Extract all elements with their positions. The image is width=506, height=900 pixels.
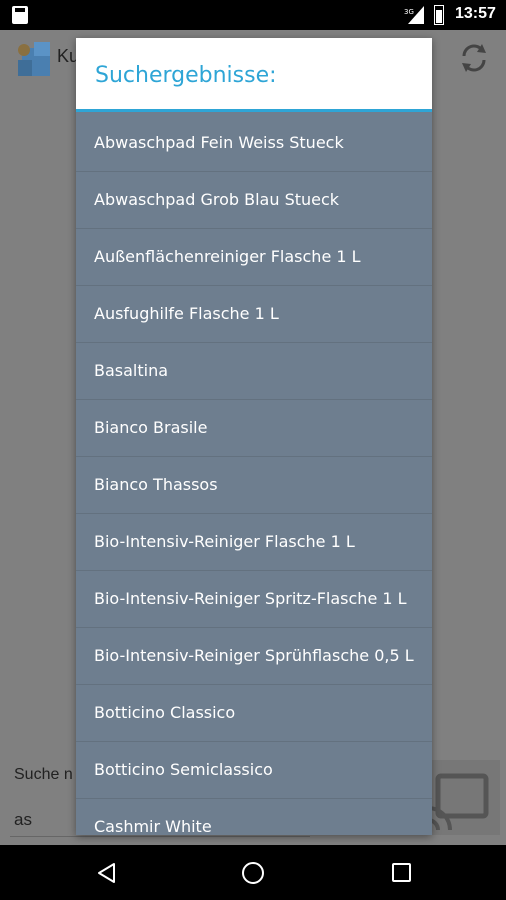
app-logo-icon [18,42,50,76]
list-item-label: Basaltina [94,361,169,380]
search-results-dialog: Suchergebnisse: Abwaschpad Fein Weiss St… [76,38,432,835]
home-icon[interactable] [242,862,264,884]
list-item-label: Cashmir White [94,817,212,835]
svg-text:3G: 3G [404,8,414,16]
list-item-label: Außenflächenreiniger Flasche 1 L [94,247,361,266]
list-item[interactable]: Abwaschpad Fein Weiss Stueck [76,115,432,172]
status-bar: 3G 13:57 [0,0,506,30]
results-list[interactable]: Abwaschpad Fein Weiss Stueck Abwaschpad … [76,115,432,835]
sd-card-icon [12,6,28,24]
back-icon[interactable] [96,862,118,884]
list-item-label: Bianco Brasile [94,418,208,437]
list-item[interactable]: Cashmir White [76,799,432,835]
list-item[interactable]: Botticino Classico [76,685,432,742]
list-item[interactable]: Abwaschpad Grob Blau Stueck [76,172,432,229]
clock: 13:57 [455,5,496,22]
list-item-label: Bio-Intensiv-Reiniger Flasche 1 L [94,532,355,551]
navigation-bar [0,845,506,900]
recent-apps-icon[interactable] [392,863,411,882]
list-item[interactable]: Basaltina [76,343,432,400]
list-item[interactable]: Bianco Thassos [76,457,432,514]
dialog-title: Suchergebnisse: [95,63,277,88]
list-item-label: Bianco Thassos [94,475,218,494]
search-input[interactable]: as [14,810,32,830]
list-item-label: Botticino Classico [94,703,236,722]
list-item[interactable]: Außenflächenreiniger Flasche 1 L [76,229,432,286]
list-item[interactable]: Botticino Semiclassico [76,742,432,799]
list-item-label: Botticino Semiclassico [94,760,273,779]
list-item[interactable]: Ausfughilfe Flasche 1 L [76,286,432,343]
list-item[interactable]: Bianco Brasile [76,400,432,457]
dialog-header: Suchergebnisse: [76,38,432,112]
list-item[interactable]: Bio-Intensiv-Reiniger Flasche 1 L [76,514,432,571]
search-label: Suche n [14,766,73,783]
list-item-label: Abwaschpad Fein Weiss Stueck [94,133,344,152]
list-item-label: Ausfughilfe Flasche 1 L [94,304,279,323]
list-item-label: Abwaschpad Grob Blau Stueck [94,190,340,209]
list-item-label: Bio-Intensiv-Reiniger Spritz-Flasche 1 L [94,589,407,608]
list-item-label: Bio-Intensiv-Reiniger Sprühflasche 0,5 L [94,646,414,665]
refresh-icon[interactable] [456,40,492,76]
input-underline [10,836,310,837]
battery-icon [434,5,444,25]
signal-icon: 3G [404,6,424,24]
list-item[interactable]: Bio-Intensiv-Reiniger Spritz-Flasche 1 L [76,571,432,628]
list-item[interactable]: Bio-Intensiv-Reiniger Sprühflasche 0,5 L [76,628,432,685]
